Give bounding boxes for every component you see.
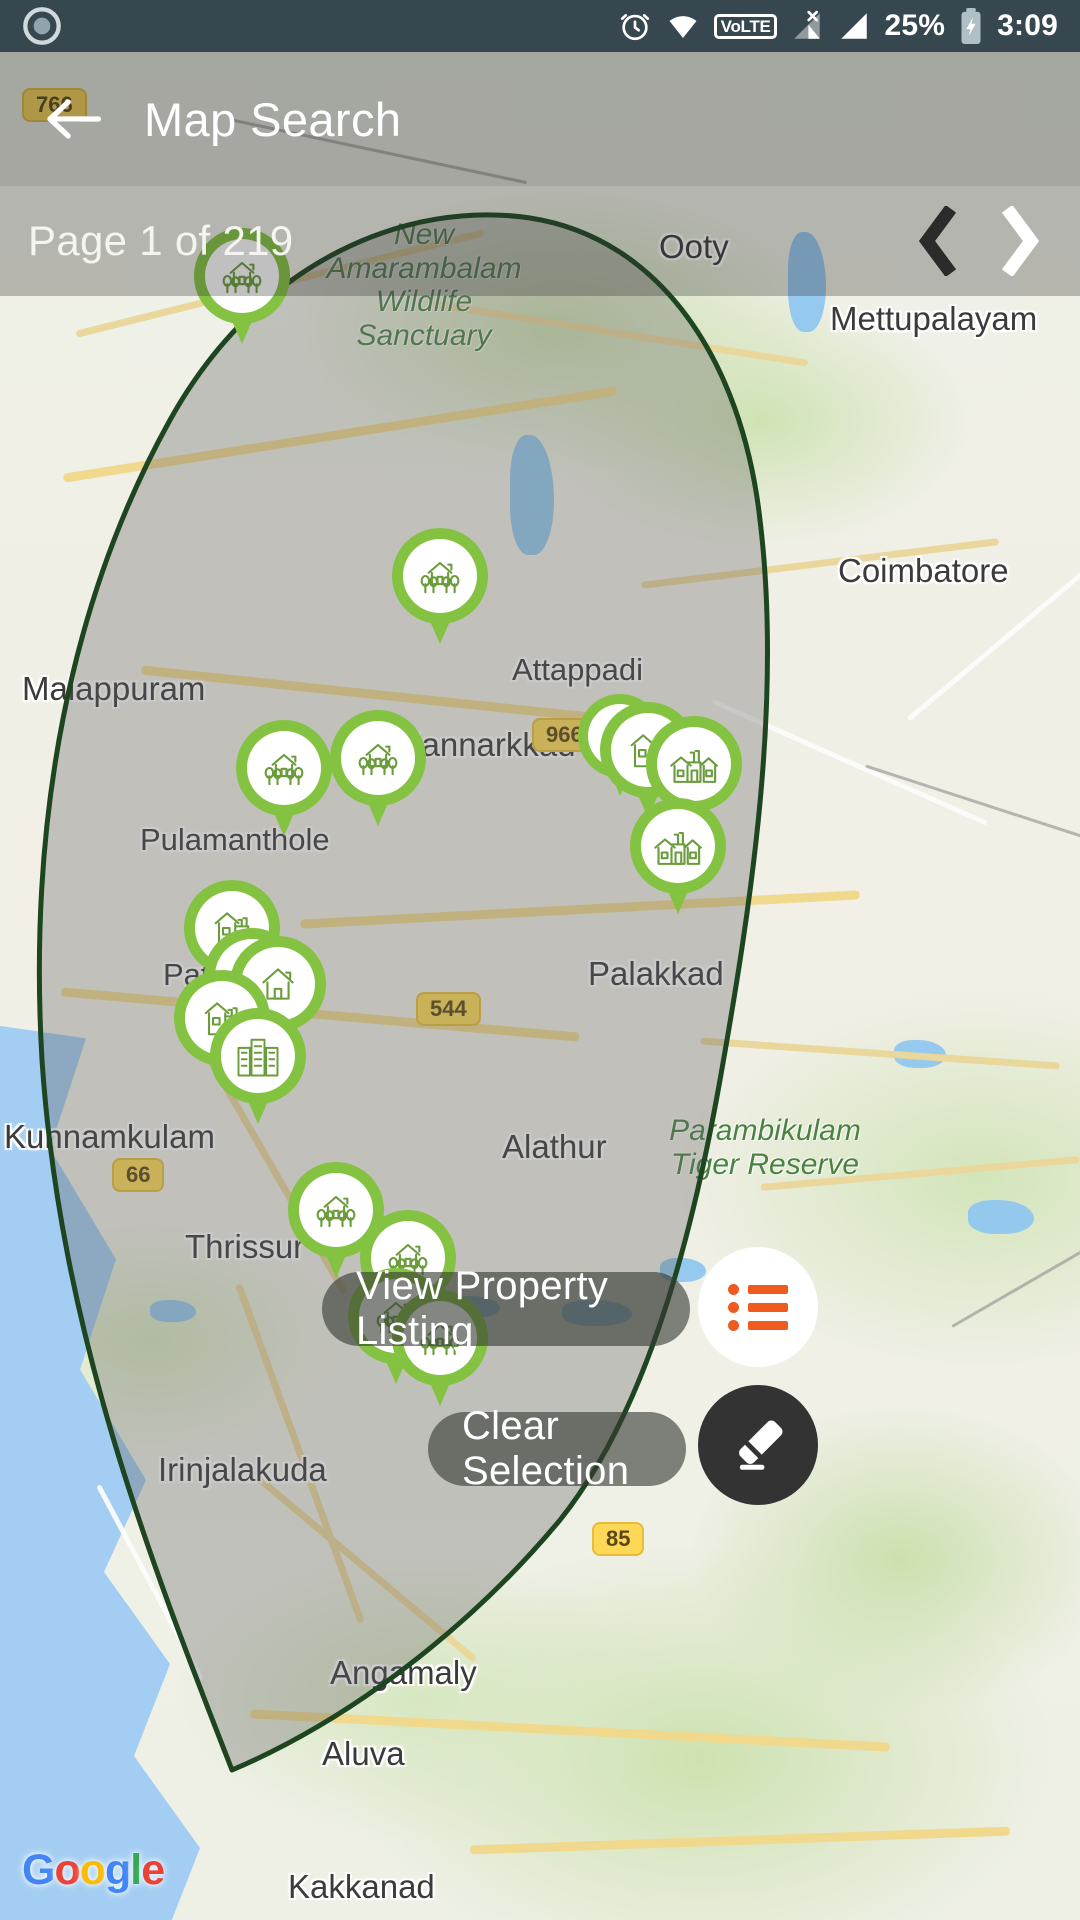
house-trees-icon [403, 539, 477, 613]
wifi-icon [665, 9, 701, 43]
volte-icon: VoLTE [713, 13, 778, 39]
map-place-label: Aluva [322, 1735, 405, 1772]
page-indicator-label: Page 1 of 219 [28, 217, 294, 264]
clear-selection-button[interactable]: Clear Selection [428, 1404, 686, 1493]
clock-label: 3:09 [997, 9, 1058, 42]
map-place-label: Alathur [502, 1128, 607, 1165]
pagination-bar: Page 1 of 219 [0, 186, 1080, 296]
record-icon [22, 6, 62, 46]
map-place-label: Mettupalayam [830, 300, 1038, 337]
property-marker[interactable] [236, 720, 332, 840]
list-bullet-icon [728, 1284, 788, 1331]
back-button[interactable] [34, 80, 112, 158]
map-place-label: Irinjalakuda [158, 1451, 327, 1488]
signal-icon [837, 9, 871, 43]
house-trees-icon [341, 721, 415, 795]
house-trees-icon [247, 731, 321, 805]
status-bar: VoLTE 25% 3:09 [0, 0, 1080, 52]
chevron-left-icon [918, 206, 957, 276]
map-place-label: Coimbatore [838, 552, 1009, 589]
battery-charging-icon [958, 7, 984, 45]
signal-no-service-icon [790, 9, 824, 43]
map-place-label: Kunnamkulam [4, 1118, 215, 1155]
property-marker[interactable] [330, 710, 426, 830]
alarm-icon [618, 9, 652, 43]
app-bar: Map Search [0, 52, 1080, 186]
map-search-screen: MalappuramPulamantholePattambiAttappadiM… [0, 0, 1080, 1920]
property-list-fab[interactable] [698, 1247, 818, 1367]
page-title: Map Search [144, 92, 402, 146]
pagination-controls [914, 205, 1080, 277]
apartment-icon [221, 1019, 295, 1093]
map-place-label: Attappadi [512, 652, 643, 687]
mansion-icon [641, 809, 715, 883]
road-shield: 85 [592, 1522, 645, 1556]
map-water-body [968, 1200, 1034, 1234]
google-logo: Google [22, 1846, 165, 1894]
map-place-label: Angamaly [330, 1654, 477, 1691]
next-page-button[interactable] [998, 205, 1044, 277]
property-marker[interactable] [630, 798, 726, 918]
map-place-label: Palakkad [588, 955, 724, 992]
battery-percent-label: 25% [884, 9, 946, 42]
road-shield: 544 [416, 992, 481, 1026]
map-park-label: Parambikulam Tiger Reserve [669, 1114, 861, 1181]
property-marker[interactable] [210, 1008, 306, 1128]
arrow-left-icon [47, 99, 102, 139]
mansion-icon [657, 727, 731, 801]
chevron-right-icon [1001, 206, 1040, 276]
eraser-fab[interactable] [698, 1385, 818, 1505]
view-property-listing-button[interactable]: View Property Listing [322, 1264, 690, 1353]
map-place-label: Malappuram [22, 670, 206, 707]
map-water-body [150, 1300, 196, 1322]
road-shield: 66 [112, 1158, 165, 1192]
prev-page-button[interactable] [914, 205, 960, 277]
eraser-icon [739, 1420, 783, 1470]
property-marker[interactable] [392, 528, 488, 648]
map-place-label: Kakkanad [288, 1868, 435, 1905]
map-place-label: Thrissur [185, 1228, 305, 1265]
